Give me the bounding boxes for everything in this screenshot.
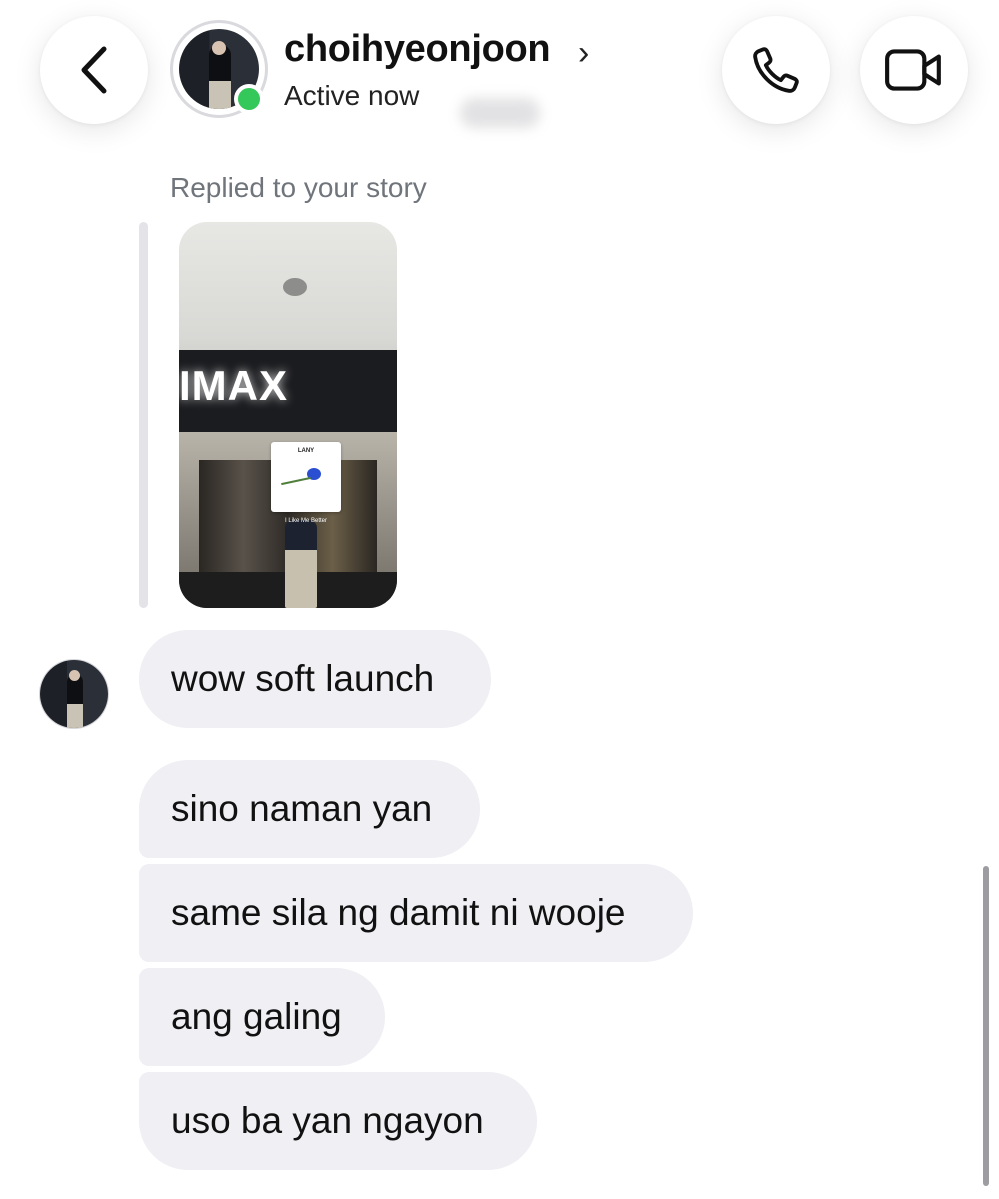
audio-call-button[interactable] bbox=[722, 16, 830, 124]
profile-chevron-icon[interactable]: › bbox=[578, 34, 589, 73]
message-bubble[interactable]: ang galing bbox=[139, 968, 385, 1066]
video-camera-icon bbox=[885, 49, 941, 91]
sign-text: IMAX bbox=[179, 362, 288, 409]
online-status-dot bbox=[234, 84, 264, 114]
sticker-song: I Like Me Better bbox=[284, 518, 328, 524]
chat-header: choihyeonjoon › Active now bbox=[0, 0, 999, 160]
blurred-timestamp bbox=[460, 98, 540, 128]
username[interactable]: choihyeonjoon bbox=[284, 28, 551, 71]
music-sticker: LANY I Like Me Better bbox=[271, 442, 341, 524]
reply-indicator-bar bbox=[139, 222, 148, 608]
chevron-left-icon bbox=[81, 46, 107, 94]
sender-avatar[interactable] bbox=[40, 660, 108, 728]
message-bubble[interactable]: wow soft launch bbox=[139, 630, 491, 728]
story-thumbnail[interactable]: IMAX LANY I Like Me Better bbox=[179, 222, 397, 608]
message-bubble[interactable]: sino naman yan bbox=[139, 760, 480, 858]
message-bubble[interactable]: same sila ng damit ni wooje bbox=[139, 864, 693, 962]
video-call-button[interactable] bbox=[860, 16, 968, 124]
message-bubble[interactable]: uso ba yan ngayon bbox=[139, 1072, 537, 1170]
sticker-title: LANY bbox=[297, 448, 315, 454]
active-status: Active now bbox=[284, 80, 420, 111]
scrollbar[interactable] bbox=[983, 866, 989, 1186]
phone-icon bbox=[753, 47, 799, 93]
person-figure bbox=[285, 520, 317, 608]
back-button[interactable] bbox=[40, 16, 148, 124]
story-reply-label: Replied to your story bbox=[170, 172, 427, 203]
